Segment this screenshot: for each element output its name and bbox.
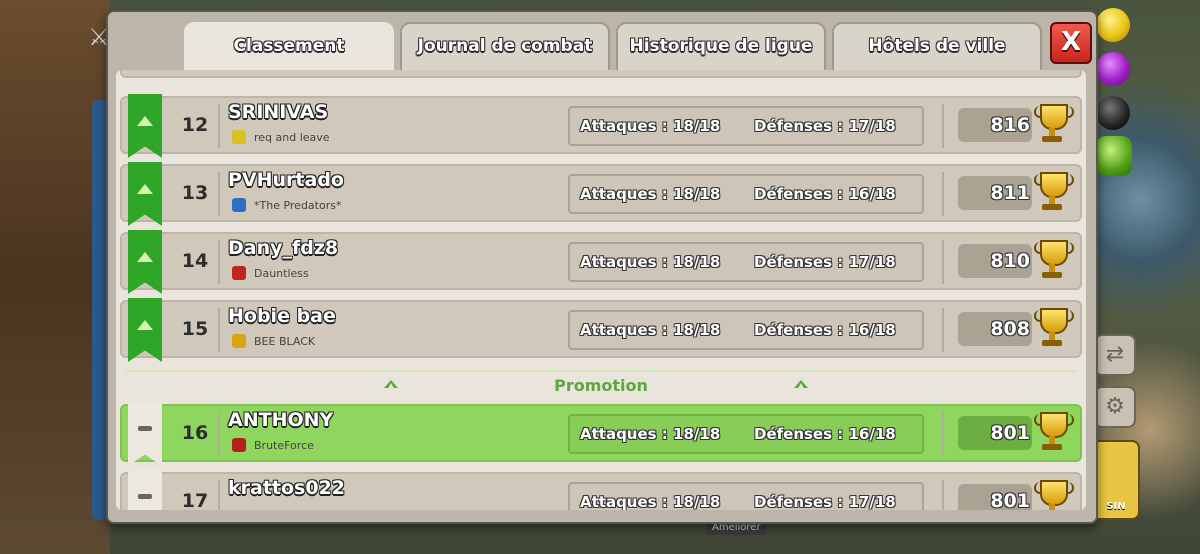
stay-banner [128,470,162,510]
clan-info: Dauntless [232,266,309,280]
trophy-icon [1034,170,1074,216]
rank-number: 12 [181,114,209,136]
trophy-box: 811 [958,176,1032,210]
trophy-icon [1034,410,1074,456]
trophy-box: 801 [958,416,1032,450]
defenses-count: Défenses : 17/18 [754,493,896,510]
rank-number: 17 [181,490,209,510]
clan-name: BruteForce [254,438,314,452]
clan-info: req and leave [232,130,330,144]
stay-banner [128,402,162,466]
defenses-count: Défenses : 16/18 [754,321,896,339]
player-name: Hobie bae [228,305,336,327]
promotion-banner [128,162,162,226]
clan-badge-icon [232,130,246,144]
stats-box: Attaques : 18/18 Défenses : 16/18 [568,174,924,214]
gear-icon[interactable]: ⚙ [1094,386,1136,428]
player-name: krattos022 [228,477,346,499]
trophy-count: 810 [990,250,1030,272]
promotion-banner [128,298,162,362]
table-row[interactable]: 13 PVHurtado *The Predators* Attaques : … [120,162,1082,226]
dash-icon [138,426,152,431]
gem-resource-icon [1096,136,1132,176]
defenses-count: Défenses : 16/18 [754,425,896,443]
rank-number: 13 [181,182,209,204]
gold-resource-icon [1096,8,1130,42]
trophy-box: 810 [958,244,1032,278]
share-icon[interactable]: ⇄ [1094,334,1136,376]
ranking-list[interactable]: 12 SRINIVAS req and leave Attaques : 18/… [116,70,1086,510]
player-name: Dany_fdz8 [228,237,339,259]
clan-name: req and leave [254,130,330,144]
promotion-banner [128,230,162,294]
trophy-box: 808 [958,312,1032,346]
trophy-count: 811 [990,182,1030,204]
rank-number: 16 [181,422,209,444]
rank-number: 14 [181,250,209,272]
defenses-count: Défenses : 17/18 [754,253,896,271]
trophy-icon [1034,102,1074,148]
defenses-count: Défenses : 17/18 [754,117,896,135]
clan-info: *The Predators* [232,198,341,212]
table-row[interactable]: 14 Dany_fdz8 Dauntless Attaques : 18/18 … [120,230,1082,294]
left-scene: ⚔ [0,0,110,554]
attacks-count: Attaques : 18/18 [580,321,721,339]
attacks-count: Attaques : 18/18 [580,185,721,203]
table-row-current-player[interactable]: 16 ANTHONY BruteForce Attaques : 18/18 D… [120,402,1082,466]
clan-badge-icon [232,334,246,348]
attacks-count: Attaques : 18/18 [580,253,721,271]
table-row[interactable]: 12 SRINIVAS req and leave Attaques : 18/… [120,94,1082,158]
dash-icon [138,494,152,499]
defenses-count: Défenses : 16/18 [754,185,896,203]
shop-label: SIN [1106,501,1126,512]
promotion-label: Promotion [554,376,648,395]
trophy-count: 801 [990,422,1030,444]
player-name: ANTHONY [228,409,334,431]
stats-box: Attaques : 18/18 Défenses : 17/18 [568,482,924,510]
clan-badge-icon [232,438,246,452]
promotion-divider: Promotion [126,370,1076,400]
promotion-banner [128,94,162,158]
stats-box: Attaques : 18/18 Défenses : 17/18 [568,242,924,282]
trophy-icon [1034,306,1074,352]
trophy-count: 801 [990,490,1030,510]
table-row-partial [120,70,1082,78]
dark-elixir-resource-icon [1096,96,1130,130]
clan-name: Dauntless [254,266,309,280]
stats-box: Attaques : 18/18 Défenses : 17/18 [568,106,924,146]
trophy-box: 816 [958,108,1032,142]
attacks-count: Attaques : 18/18 [580,425,721,443]
trophy-icon [1034,478,1074,510]
trophy-icon [1034,238,1074,284]
clan-badge-icon [232,266,246,280]
attacks-count: Attaques : 18/18 [580,493,721,510]
player-name: PVHurtado [228,169,344,191]
stats-box: Attaques : 18/18 Défenses : 16/18 [568,310,924,350]
clan-name: BEE BLACK [254,334,316,348]
trophy-count: 808 [990,318,1030,340]
clan-info: BEE BLACK [232,334,315,348]
trophy-box: 801 [958,484,1032,510]
clan-info: BruteForce [232,438,314,452]
rank-number: 15 [181,318,209,340]
close-button[interactable]: X [1050,22,1092,64]
player-name: SRINIVAS [228,101,329,123]
league-dialog: Classement Journal de combat Historique … [106,10,1098,524]
table-row[interactable]: 15 Hobie bae BEE BLACK Attaques : 18/18 … [120,298,1082,362]
clan-badge-icon [232,198,246,212]
elixir-resource-icon [1096,52,1130,86]
stats-box: Attaques : 18/18 Défenses : 16/18 [568,414,924,454]
attacks-count: Attaques : 18/18 [580,117,721,135]
trophy-count: 816 [990,114,1030,136]
clan-name: *The Predators* [254,198,342,212]
table-row[interactable]: 17 krattos022 Attaques : 18/18 Défenses … [120,470,1082,510]
shop-button[interactable]: SIN [1092,440,1140,520]
